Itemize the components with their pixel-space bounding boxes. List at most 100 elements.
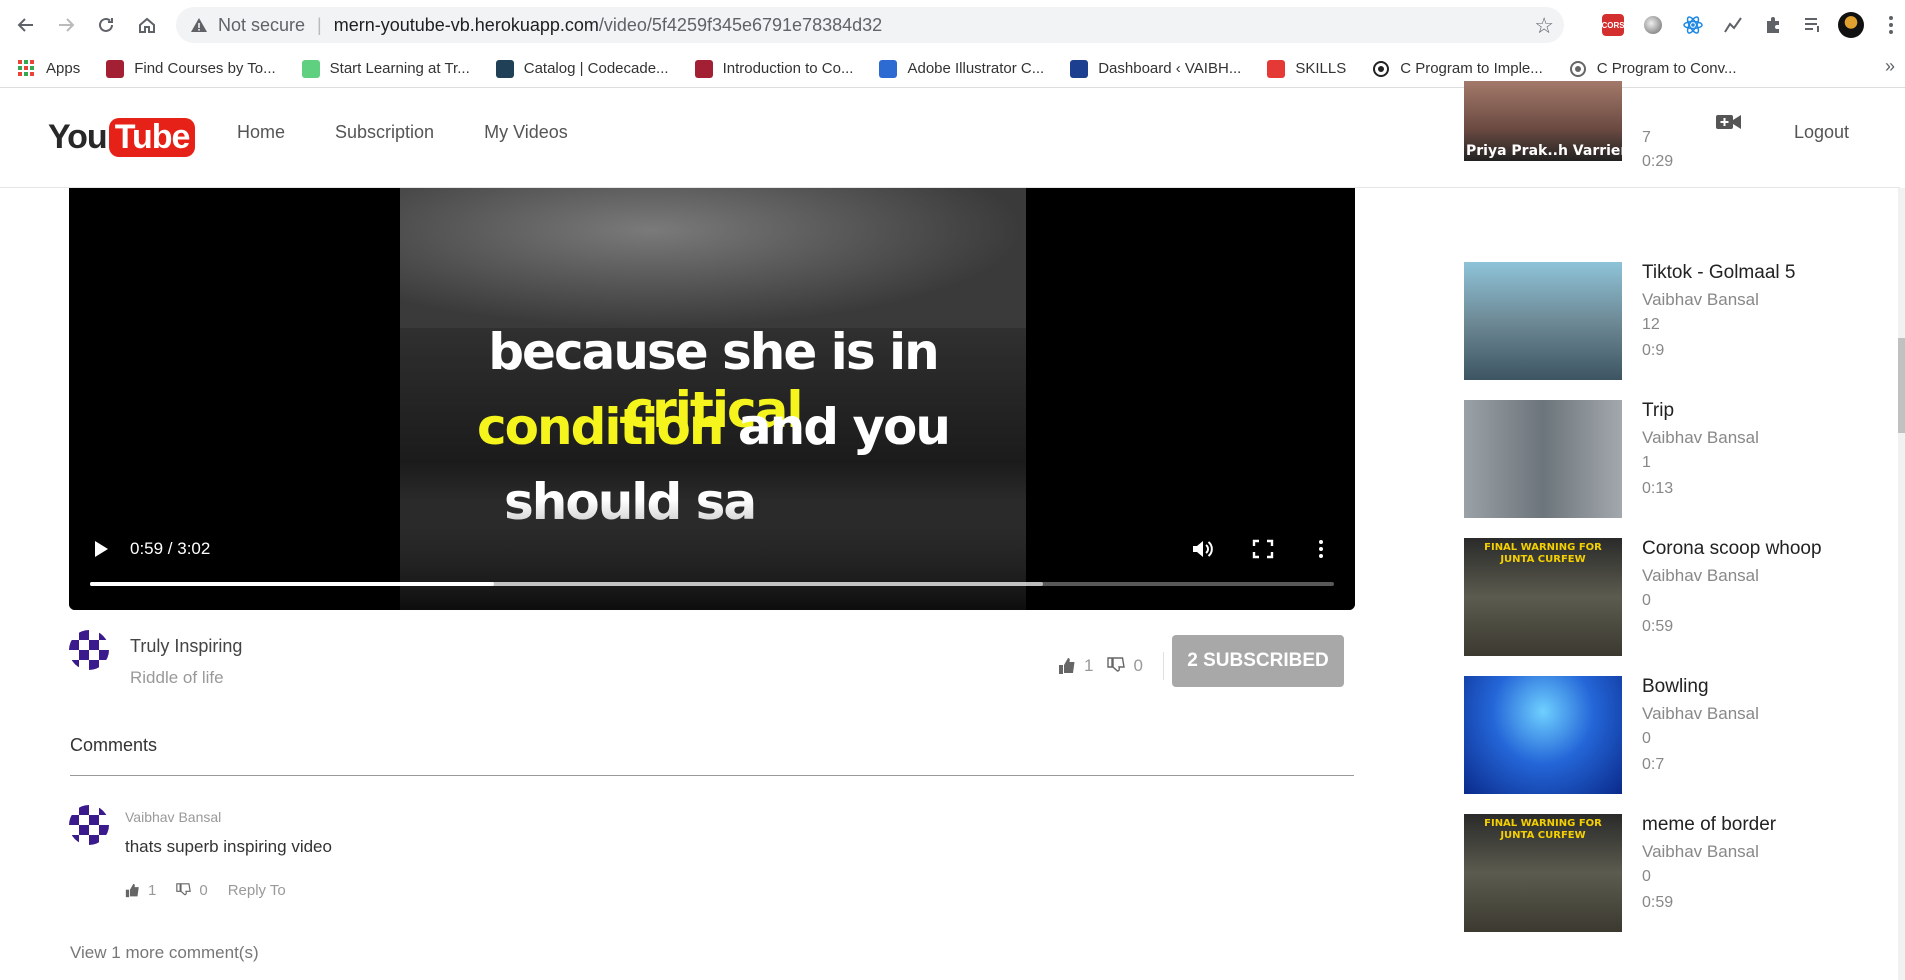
video-title[interactable]: Trip [1642, 400, 1674, 422]
apps-grid-icon [18, 59, 36, 78]
bookmark-item[interactable]: Dashboard ‹ VAIBH... [1070, 59, 1242, 78]
video-title[interactable]: Bowling [1642, 676, 1709, 698]
video-title[interactable]: meme of border [1642, 814, 1776, 836]
cors-icon[interactable]: CORS [1600, 12, 1626, 38]
video-views: 0 [1642, 592, 1651, 609]
video-views: 12 [1642, 316, 1660, 333]
thumbs-up-icon[interactable] [1058, 657, 1076, 675]
page-scrollbar[interactable] [1898, 188, 1905, 980]
bookmark-item[interactable]: C Program to Imple... [1372, 60, 1543, 78]
more-options-icon[interactable] [1309, 538, 1333, 560]
thumbs-down-icon[interactable] [1107, 657, 1126, 675]
scrollbar-thumb[interactable] [1898, 338, 1905, 433]
video-channel: Vaibhav Bansal [1642, 566, 1759, 585]
video-thumbnail[interactable]: FINAL WARNING FOR JUNTA CURFEW [1464, 814, 1622, 932]
channel-name[interactable]: Truly Inspiring [130, 636, 242, 657]
react-icon[interactable] [1680, 12, 1706, 38]
video-duration: 0:13 [1642, 480, 1674, 497]
profile-avatar-icon[interactable] [1838, 12, 1864, 38]
progress-bar[interactable] [90, 582, 1334, 586]
play-icon[interactable] [95, 541, 108, 557]
comment-author[interactable]: Vaibhav Bansal [125, 809, 221, 825]
comment-like-count: 1 [148, 882, 157, 899]
bookmark-item[interactable]: SKILLS [1267, 59, 1346, 78]
nav-subscription[interactable]: Subscription [335, 122, 434, 143]
played-bar [90, 582, 495, 586]
logo-you-text: You [48, 118, 108, 156]
bookmark-item[interactable]: Start Learning at Tr... [301, 59, 470, 78]
back-icon[interactable] [12, 11, 40, 39]
video-player[interactable]: because she is in critical condition and… [69, 188, 1355, 610]
mit-icon [106, 59, 125, 78]
mit-icon [694, 59, 713, 78]
recommended-video-item[interactable]: Trip Vaibhav Bansal 1 0:13 [1464, 400, 1864, 518]
video-views: 0 [1642, 730, 1651, 747]
codecademy-icon [495, 59, 514, 78]
video-thumbnail[interactable]: FINAL WARNING FOR JUNTA CURFEW [1464, 538, 1622, 656]
bookmark-item[interactable]: C Program to Conv... [1569, 60, 1737, 78]
video-title[interactable]: Tiktok - Golmaal 5 [1642, 262, 1795, 284]
video-thumbnail[interactable] [1464, 676, 1622, 794]
bookmark-item[interactable]: Apps [18, 59, 80, 78]
recommended-video-item[interactable]: Tiktok - Golmaal 5 Vaibhav Bansal 12 0:9 [1464, 262, 1864, 380]
hand-image [400, 188, 1026, 328]
nav-my-videos[interactable]: My Videos [484, 122, 568, 143]
dislike-count: 0 [1133, 656, 1143, 675]
comment-actions: 1 0 Reply To [125, 882, 286, 899]
video-views: 1 [1642, 454, 1651, 471]
youtube-logo[interactable]: You Tube [48, 118, 196, 157]
comment-thumbs-up-icon[interactable] [125, 883, 140, 898]
video-channel: Vaibhav Bansal [1642, 704, 1759, 723]
playlist-icon[interactable] [1800, 12, 1826, 38]
fullscreen-icon[interactable] [1251, 538, 1275, 560]
nav-home[interactable]: Home [237, 122, 285, 143]
channel-avatar[interactable] [69, 630, 109, 670]
bookmark-item[interactable]: Find Courses by To... [106, 59, 276, 78]
adobe-icon [879, 59, 898, 78]
volume-icon[interactable] [1191, 538, 1215, 560]
bookmark-item[interactable]: Catalog | Codecade... [495, 59, 669, 78]
puzzle-icon[interactable] [1760, 12, 1786, 38]
thumbnail-text: Priya Prak..h Varrier [1466, 143, 1622, 159]
comment-thumbs-down-icon[interactable] [176, 883, 192, 898]
video-thumbnail[interactable] [1464, 262, 1622, 380]
home-icon[interactable] [133, 11, 161, 39]
chart-icon[interactable] [1720, 12, 1746, 38]
recommended-video-item[interactable]: FINAL WARNING FOR JUNTA CURFEW Corona sco… [1464, 538, 1864, 656]
forward-icon[interactable] [52, 11, 80, 39]
video-description: Riddle of life [130, 668, 224, 687]
video-duration: 0:29 [1642, 153, 1674, 170]
url-path: /video/5f4259f345e6791e78384d32 [598, 14, 883, 35]
bookmark-item[interactable]: Introduction to Co... [694, 59, 853, 78]
main-nav: Home Subscription My Videos [237, 122, 618, 143]
recommended-video-item[interactable]: Bowling Vaibhav Bansal 0 0:7 [1464, 676, 1864, 794]
bookmark-label: C Program to Conv... [1596, 60, 1737, 77]
warning-icon [191, 18, 207, 32]
like-divider [1162, 652, 1164, 680]
logout-link[interactable]: Logout [1794, 122, 1849, 143]
menu-dots-icon[interactable] [1878, 12, 1904, 38]
subscribe-button[interactable]: 2 SUBSCRIBED [1172, 635, 1344, 687]
view-more-comments-link[interactable]: View 1 more comment(s) [70, 943, 259, 963]
circle-icon[interactable] [1640, 12, 1666, 38]
bookmark-star-icon[interactable]: ☆ [1534, 13, 1554, 39]
bookmarks-overflow-icon[interactable]: » [1885, 56, 1895, 77]
comments-title: Comments [70, 735, 158, 755]
bookmark-label: C Program to Imple... [1400, 60, 1543, 77]
browser-toolbar: Not secure | mern-youtube-vb.herokuapp.c… [0, 0, 1905, 50]
video-camera-icon[interactable] [1716, 112, 1742, 132]
bookmark-item[interactable]: Adobe Illustrator C... [879, 59, 1044, 78]
video-title[interactable]: Corona scoop whoop [1642, 538, 1822, 560]
video-duration: 0:9 [1642, 342, 1665, 359]
reload-icon[interactable] [92, 11, 120, 39]
comments-divider [70, 775, 1354, 776]
bookmark-label: Catalog | Codecade... [523, 60, 669, 77]
thumbnail-text: FINAL WARNING FOR JUNTA CURFEW [1484, 818, 1602, 841]
video-thumbnail[interactable]: Priya Prak..h Varrier [1464, 81, 1622, 161]
reply-button[interactable]: Reply To [228, 882, 286, 899]
address-bar[interactable]: Not secure | mern-youtube-vb.herokuapp.c… [176, 7, 1564, 43]
video-thumbnail[interactable] [1464, 400, 1622, 518]
thumbnail-text: FINAL WARNING FOR JUNTA CURFEW [1484, 542, 1602, 565]
recommended-video-item[interactable]: FINAL WARNING FOR JUNTA CURFEW meme of bo… [1464, 814, 1864, 932]
bookmark-label: Dashboard ‹ VAIBH... [1098, 60, 1242, 77]
